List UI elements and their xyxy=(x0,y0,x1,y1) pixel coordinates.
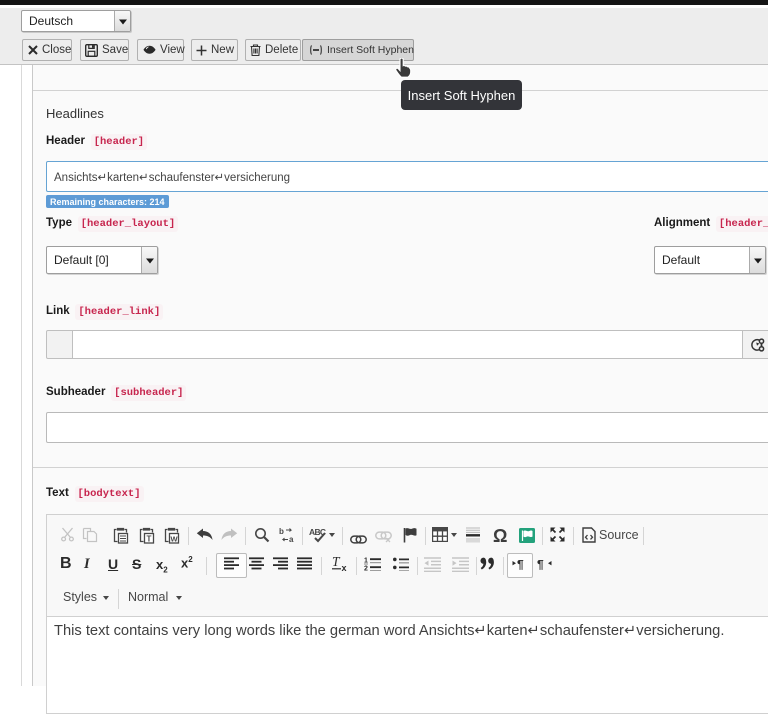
svg-text:¶: ¶ xyxy=(517,558,524,571)
svg-text:¶: ¶ xyxy=(537,558,544,571)
svg-text:W: W xyxy=(170,535,178,544)
svg-text:T: T xyxy=(147,535,152,544)
svg-text:T: T xyxy=(332,555,341,569)
svg-text:2: 2 xyxy=(364,566,368,572)
svg-text:a: a xyxy=(289,535,294,543)
svg-text:b: b xyxy=(279,527,284,536)
svg-text:x: x xyxy=(342,563,347,572)
